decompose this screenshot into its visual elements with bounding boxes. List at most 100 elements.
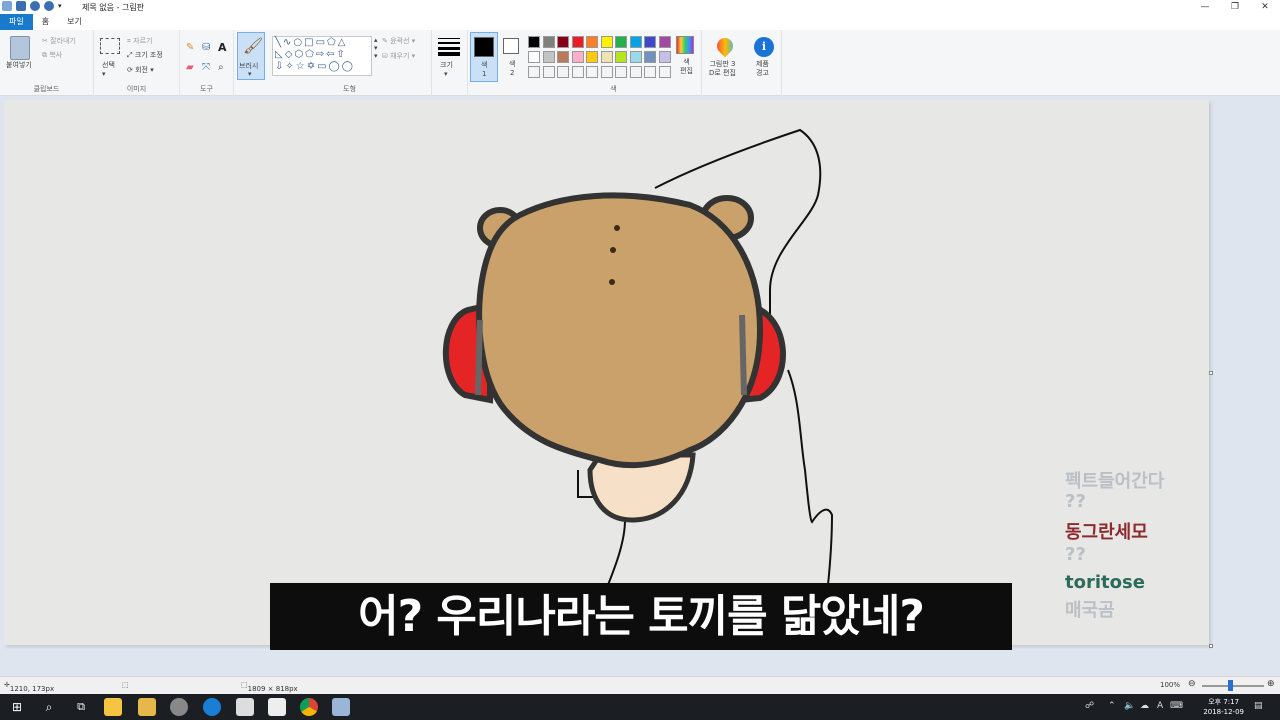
color-swatch[interactable] [629,51,642,63]
edit-with-paint3d-button[interactable]: 그림판 3 D로 편집 [709,60,736,78]
edit-colors-icon[interactable] [676,36,694,54]
color-swatch[interactable] [542,66,555,78]
color-swatch[interactable] [557,51,569,63]
ime-indicator[interactable]: A [1157,701,1163,711]
paint-taskbar-icon[interactable] [332,698,350,716]
pencil-icon[interactable]: ✎ [186,42,194,53]
color-swatch[interactable] [557,36,569,48]
cut-button[interactable]: ✂ 잘라내기 [42,36,76,46]
tab-home[interactable]: 홈 [33,14,58,30]
color-swatch[interactable] [542,51,555,63]
color-swatch[interactable] [528,36,540,48]
crop-button[interactable]: ⌗ 자르기 [127,36,153,46]
line-size-icon[interactable] [438,38,460,56]
app-icon[interactable] [170,698,188,716]
fill-button[interactable]: ⛁ 채우기 ▾ [382,51,415,61]
shapes-gallery[interactable]: ╲∿○□▭⬠△ ◺◇⬡⬠⇨⇦⇧ ⇩✧☆✡▭◯◯ [272,36,372,76]
paste-button[interactable]: 붙여넣기 [6,60,32,70]
search-icon[interactable]: ⌕ [40,698,58,716]
network-icon[interactable]: ☁ [1140,701,1149,711]
drawing-canvas[interactable]: 펙트들어간다 ?? 동그란세모 ?? toritose 매국곰 [4,100,1209,645]
color-swatch[interactable] [644,66,656,78]
color-swatch[interactable] [644,36,656,48]
color-swatch[interactable] [571,51,584,63]
file-explorer-icon[interactable] [138,698,156,716]
brushes-button[interactable]: 🖌 브러시 ▾ [237,32,265,80]
color-swatch[interactable] [615,51,627,63]
color-swatch[interactable] [615,66,627,78]
work-area[interactable]: 펙트들어간다 ?? 동그란세모 ?? toritose 매국곰 어? 우리나라는… [0,96,1280,676]
color-swatch[interactable] [629,36,642,48]
minimize-button[interactable]: — [1190,0,1220,14]
start-icon[interactable]: ⊞ [8,698,26,716]
system-clock[interactable]: 오후 7:17 2018-12-09 [1203,697,1244,717]
chrome-icon[interactable] [300,698,318,716]
task-view-icon[interactable]: ⧉ [72,698,90,716]
color-swatch[interactable] [658,36,671,48]
color-picker-icon[interactable]: ⤧ [202,62,210,73]
text-tool-icon[interactable]: A [218,41,227,54]
copy-button[interactable]: ⧉ 복사 [42,50,62,60]
color-swatch[interactable] [557,66,569,78]
product-alert-button[interactable]: 제품 경고 [756,60,769,78]
shapes-scroll-icon[interactable]: ▴ ▾ ▾ [374,36,378,60]
size-dropdown-icon[interactable]: ▾ [444,70,448,78]
color2-button[interactable]: 색 2 [500,32,526,82]
select-dropdown-icon[interactable]: ▾ [102,70,106,78]
tab-view[interactable]: 보기 [58,14,91,30]
color-swatch[interactable] [644,51,656,63]
select-icon[interactable] [100,38,120,54]
rotate-button[interactable]: ⟳ 회전 ▾ [127,65,154,75]
zoom-slider-thumb[interactable] [1228,680,1233,691]
redo-icon[interactable] [44,1,54,11]
color-swatch[interactable] [629,66,642,78]
magnifier-icon[interactable]: ⌕ [218,62,224,73]
save-icon[interactable] [16,1,26,11]
edge-icon[interactable] [203,698,221,716]
eraser-icon[interactable]: ▰ [186,62,194,73]
color-swatch[interactable] [528,66,540,78]
zoom-slider[interactable] [1202,685,1264,687]
info-icon[interactable]: i [754,37,774,57]
keyboard-icon[interactable]: ⌨ [1170,701,1183,711]
zoom-out-button[interactable]: ⊖ [1188,679,1196,689]
mail-icon[interactable] [236,698,254,716]
maximize-button[interactable]: ❐ [1220,0,1250,14]
customize-toolbar-icon[interactable]: ▾ [58,2,62,10]
paint3d-icon[interactable] [713,34,737,58]
color-swatch[interactable] [658,66,671,78]
color-swatch[interactable] [600,66,613,78]
resize-handle-right[interactable] [1209,371,1213,375]
edit-colors-button[interactable]: 색 편집 [680,58,693,76]
color-swatch[interactable] [571,36,584,48]
shapes-group-label: 도형 [343,85,356,93]
store-icon[interactable] [104,698,122,716]
color-swatch[interactable] [571,66,584,78]
notification-icon[interactable]: ▤ [1254,701,1263,711]
resize-handle-corner[interactable] [1209,644,1213,648]
fill-bucket-icon[interactable]: ⛁ [202,42,210,53]
close-button[interactable]: ✕ [1250,0,1280,14]
color-swatch[interactable] [658,51,671,63]
tab-file[interactable]: 파일 [0,14,33,30]
color-swatch[interactable] [528,51,540,63]
color1-button[interactable]: 색 1 [470,32,498,82]
outline-button[interactable]: ✎ 윤곽선 ▾ [382,36,415,46]
notepad-icon[interactable] [268,698,286,716]
resize-button[interactable]: ⤢ 크기 조정 [127,50,163,60]
zoom-in-button[interactable]: ⊕ [1267,679,1275,689]
undo-icon[interactable] [30,1,40,11]
color-swatch[interactable] [586,36,598,48]
color-swatch[interactable] [615,36,627,48]
size-button[interactable]: 크기 [440,60,453,70]
paste-icon[interactable] [10,36,30,60]
volume-icon[interactable]: 🔈 [1124,701,1135,711]
tray-expand-icon[interactable]: ⌃ [1108,701,1116,711]
select-button[interactable]: 선택 [102,60,115,70]
color-swatch[interactable] [600,51,613,63]
color-swatch[interactable] [600,36,613,48]
color-swatch[interactable] [586,51,598,63]
color-swatch[interactable] [542,36,555,48]
color-swatch[interactable] [586,66,598,78]
people-icon[interactable]: ☍ [1085,701,1094,711]
